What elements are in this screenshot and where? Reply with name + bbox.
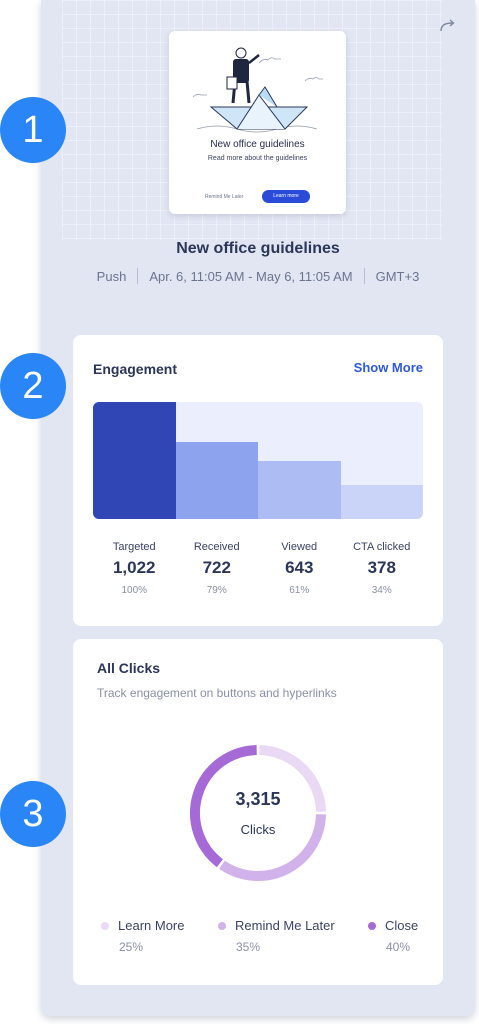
legend-dot (101, 921, 109, 930)
stat-percent: 61% (289, 585, 310, 596)
preview-subtitle: Read more about the guidelines (207, 155, 308, 162)
meta-divider (137, 268, 139, 284)
step-badge-2: 2 (0, 353, 66, 419)
engagement-stats: Targeted 1,022 100% Received 722 79% Vie… (93, 541, 423, 596)
funnel-bar-viewed (258, 460, 341, 519)
stat-targeted: Targeted 1,022 100% (93, 541, 176, 596)
clicks-donut-chart: 3,315 Clicks (190, 745, 326, 881)
stat-label: Received (193, 541, 240, 553)
stat-value: 378 (367, 558, 396, 577)
legend-label: Remind Me Later (235, 918, 335, 933)
legend-percent: 25% (119, 940, 144, 954)
stat-value: 722 (202, 558, 231, 577)
funnel-bar-received (175, 441, 258, 519)
legend-label: Close (385, 918, 419, 933)
stat-label: Viewed (281, 541, 318, 553)
funnel-bar-targeted (93, 402, 176, 519)
preview-title: New office guidelines (210, 139, 305, 150)
stat-percent: 100% (121, 585, 148, 596)
all-clicks-title: All Clicks (97, 660, 161, 676)
timezone: GMT+3 (375, 268, 420, 284)
stat-value: 643 (285, 558, 314, 577)
engagement-card: Engagement Show More Targeted 1,022 100%… (73, 335, 443, 626)
meta-divider (363, 268, 365, 284)
engagement-title: Engagement (93, 361, 178, 377)
step-badge-3: 3 (0, 781, 66, 847)
stat-label: CTA clicked (353, 541, 411, 553)
all-clicks-card: All Clicks Track engagement on buttons a… (73, 639, 443, 985)
paper-boat-illustration (192, 47, 323, 133)
show-more-link[interactable]: Show More (354, 360, 423, 375)
legend-dot (218, 921, 226, 930)
push-preview-card: New office guidelines Read more about th… (169, 31, 346, 214)
stat-value: 1,022 (112, 558, 156, 577)
legend-dot (368, 921, 376, 930)
stat-received: Received 722 79% (176, 541, 259, 596)
total-clicks-unit: Clicks (241, 822, 276, 837)
message-title: New office guidelines (176, 240, 340, 257)
message-type: Push (96, 268, 127, 284)
legend-percent: 40% (386, 940, 411, 954)
funnel-bar-cta-clicked (340, 485, 423, 519)
date-range: Apr. 6, 11:05 AM - May 6, 11:05 AM (149, 268, 353, 284)
engagement-funnel-chart (93, 402, 423, 519)
preview-remind-button: Remind Me Later (205, 194, 244, 200)
legend-label: Learn More (118, 918, 185, 933)
legend-remind-me-later: Remind Me Later 35% (218, 918, 335, 954)
message-meta: Push Apr. 6, 11:05 AM - May 6, 11:05 AM … (41, 268, 475, 284)
share-icon[interactable] (439, 18, 457, 34)
stat-label: Targeted (112, 541, 156, 553)
stat-viewed: Viewed 643 61% (258, 541, 341, 596)
total-clicks-value: 3,315 (235, 789, 280, 809)
preview-learn-button: Learn more (262, 190, 310, 203)
stat-percent: 34% (371, 585, 392, 596)
legend-learn-more: Learn More 25% (101, 918, 184, 954)
legend-percent: 35% (236, 940, 261, 954)
all-clicks-subtitle: Track engagement on buttons and hyperlin… (97, 686, 337, 700)
stat-cta-clicked: CTA clicked 378 34% (341, 541, 424, 596)
stat-percent: 79% (206, 585, 227, 596)
step-badge-1: 1 (0, 97, 66, 163)
legend-close: Close 40% (368, 918, 418, 954)
